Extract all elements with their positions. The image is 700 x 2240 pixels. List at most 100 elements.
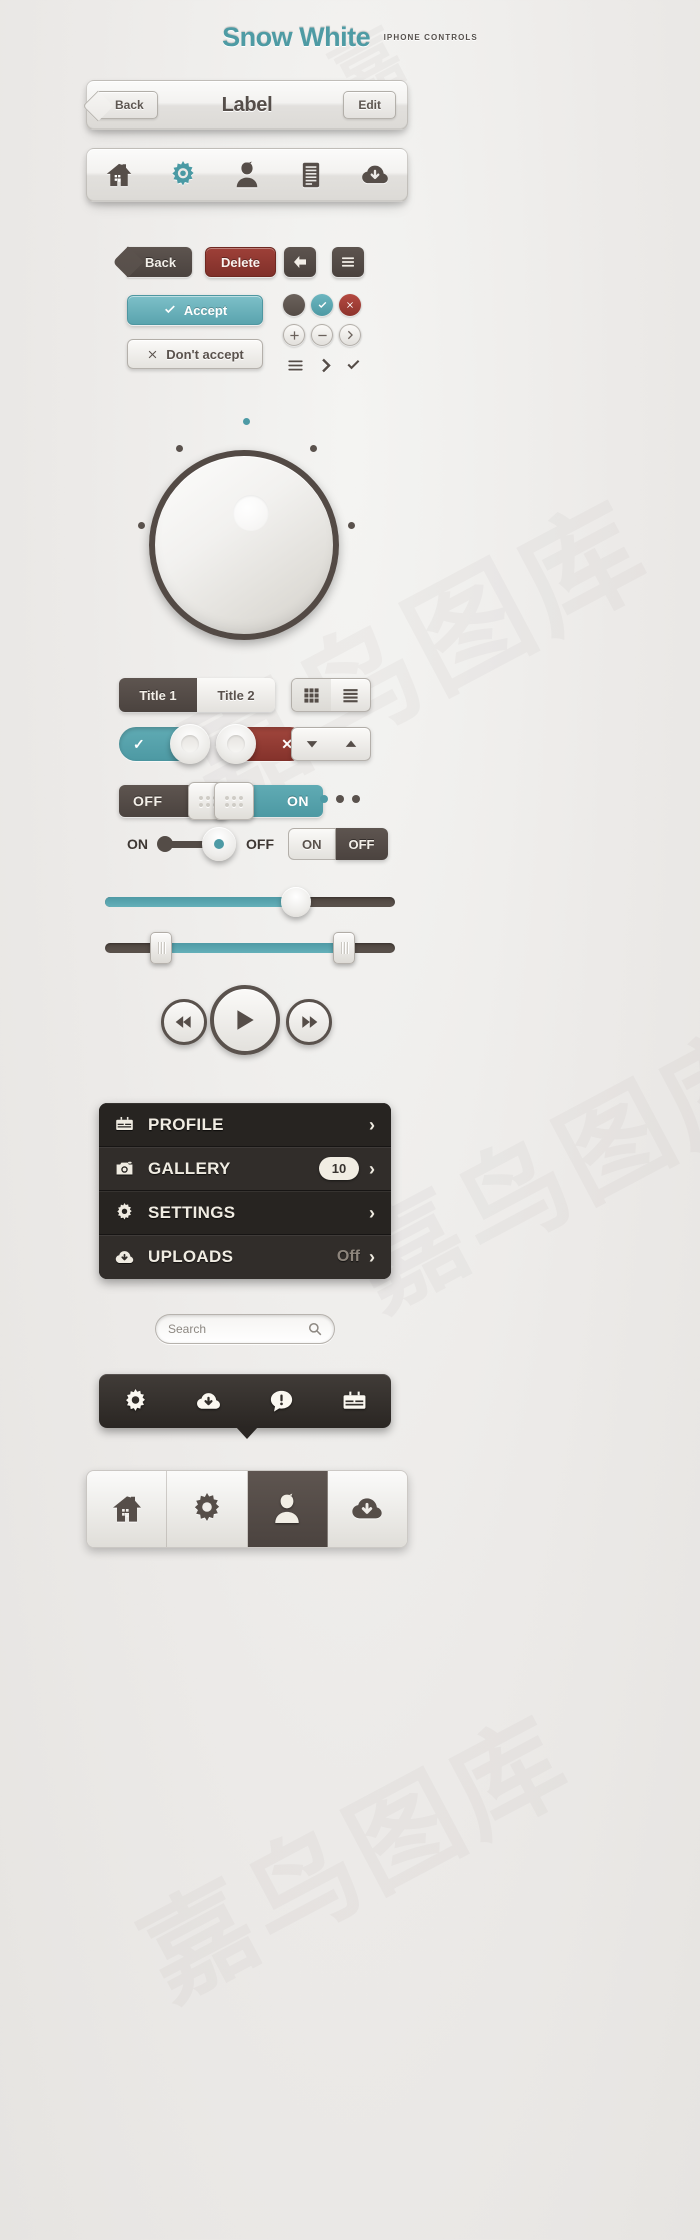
grip-dots-icon — [225, 795, 243, 807]
view-toggle-list[interactable] — [331, 679, 370, 711]
tab-profile[interactable] — [230, 160, 264, 190]
chevron-right-icon: › — [369, 1158, 375, 1179]
single-slider[interactable] — [105, 887, 395, 917]
segmented-control[interactable]: Title 1 Title 2 — [119, 678, 275, 712]
fast-forward-icon — [302, 1016, 318, 1028]
bottom-tab-profile[interactable] — [247, 1471, 328, 1547]
check-icon: ✓ — [133, 735, 145, 752]
nav-edit-button[interactable]: Edit — [343, 91, 396, 119]
popover-settings-button[interactable] — [123, 1388, 148, 1414]
bottom-tab-settings[interactable] — [167, 1471, 248, 1547]
menu-button[interactable] — [332, 247, 364, 277]
menu-item-label: GALLERY — [148, 1158, 231, 1178]
menu-item-label: UPLOADS — [148, 1247, 234, 1266]
range-slider[interactable] — [105, 932, 395, 964]
search-field[interactable]: Search — [155, 1314, 335, 1344]
play-button[interactable] — [210, 985, 280, 1055]
popover-download-button[interactable] — [196, 1389, 221, 1414]
stepper-control[interactable] — [291, 727, 371, 761]
slide-switch-on[interactable]: ON — [214, 782, 323, 820]
stepper-down-button[interactable] — [292, 728, 331, 760]
pill-slider-thumb[interactable] — [202, 827, 236, 861]
toggle-knob[interactable] — [170, 724, 210, 764]
slider-thumb[interactable] — [281, 887, 311, 917]
search-input[interactable]: Search — [168, 1322, 308, 1336]
on-button[interactable]: ON — [288, 828, 336, 860]
segment-title-1[interactable]: Title 1 — [119, 678, 197, 712]
menu-item-label: SETTINGS — [148, 1202, 236, 1222]
slide-switch-on-label: ON — [287, 793, 309, 809]
top-tab-bar — [86, 148, 408, 202]
document-icon — [302, 162, 320, 188]
chevron-right-icon: › — [369, 1114, 375, 1135]
view-toggle[interactable] — [291, 678, 371, 712]
circle-button-plus[interactable] — [283, 324, 305, 346]
page-dots[interactable] — [320, 795, 360, 803]
popover-wallet-button[interactable] — [342, 1389, 367, 1414]
slide-switch-grip[interactable] — [214, 782, 254, 820]
wallet-icon — [116, 1116, 133, 1131]
knob-tick — [176, 445, 183, 452]
page-dot[interactable] — [336, 795, 344, 803]
onoff-button-group[interactable]: ON OFF — [288, 828, 388, 860]
knob-tick-active — [243, 418, 250, 425]
segment-title-2[interactable]: Title 2 — [197, 678, 275, 712]
bottom-tab-home[interactable] — [87, 1471, 168, 1547]
menu-item-profile[interactable]: PROFILE › — [99, 1103, 391, 1147]
pill-slider-track[interactable] — [157, 827, 236, 861]
tab-documents[interactable] — [294, 160, 328, 190]
check-icon — [318, 301, 326, 308]
chevron-right-icon: › — [369, 1202, 375, 1223]
home-icon — [112, 1496, 141, 1522]
cloud-download-icon — [352, 1498, 383, 1519]
thumb-dot-icon — [214, 839, 224, 849]
arrow-left-button[interactable] — [284, 247, 316, 277]
chevron-right-icon-button[interactable] — [315, 355, 335, 375]
slide-switch-off[interactable]: OFF — [119, 782, 228, 820]
bottom-tab-uploads[interactable] — [327, 1471, 407, 1547]
onoff-pill-slider[interactable]: ON OFF — [127, 827, 274, 861]
pill-slider-off-label: OFF — [246, 836, 274, 852]
back-button-dark[interactable]: Back — [127, 247, 193, 277]
page-dot[interactable] — [352, 795, 360, 803]
popover-alert-button[interactable] — [269, 1389, 294, 1414]
nav-back-button[interactable]: Back — [98, 91, 158, 119]
slide-switch-off-label: OFF — [133, 793, 163, 809]
grid-icon — [304, 687, 319, 703]
off-button[interactable]: OFF — [335, 828, 388, 860]
circle-button-neutral[interactable] — [283, 294, 305, 316]
accept-button[interactable]: Accept — [127, 295, 263, 325]
next-button[interactable] — [286, 999, 332, 1045]
menu-item-gallery[interactable]: GALLERY 10 › — [99, 1147, 391, 1191]
bottom-tab-bar — [86, 1470, 408, 1548]
magnifier-icon[interactable] — [308, 1322, 322, 1336]
circle-button-minus[interactable] — [311, 324, 333, 346]
delete-button[interactable]: Delete — [205, 247, 277, 277]
toggle-switch-on[interactable]: ✓ — [119, 724, 210, 764]
gear-icon — [117, 1203, 132, 1220]
page-dot-active[interactable] — [320, 795, 328, 803]
toggle-knob[interactable] — [216, 724, 256, 764]
rotary-knob[interactable] — [138, 418, 360, 640]
menu-item-settings[interactable]: SETTINGS › — [99, 1191, 391, 1235]
knob-dial[interactable] — [149, 450, 339, 640]
tab-settings[interactable] — [166, 160, 200, 190]
tab-home[interactable] — [102, 160, 136, 190]
circle-button-check[interactable] — [311, 294, 333, 316]
minus-icon — [317, 334, 327, 336]
check-icon-button[interactable] — [343, 355, 363, 375]
circle-button-close[interactable] — [339, 294, 361, 316]
range-slider-thumb-low[interactable] — [150, 932, 172, 964]
decline-button[interactable]: Don't accept — [127, 339, 263, 369]
tab-uploads[interactable] — [358, 160, 392, 190]
page-header: Snow White IPHONE CONTROLS — [0, 22, 700, 53]
range-slider-thumb-high[interactable] — [333, 932, 355, 964]
list-icon-button[interactable] — [285, 355, 305, 375]
previous-button[interactable] — [161, 999, 207, 1045]
cloud-download-icon — [197, 1392, 220, 1409]
view-toggle-grid[interactable] — [292, 679, 331, 711]
hamburger-icon — [342, 257, 354, 267]
circle-button-next[interactable] — [339, 324, 361, 346]
menu-item-uploads[interactable]: UPLOADS Off › — [99, 1235, 391, 1279]
stepper-up-button[interactable] — [331, 728, 370, 760]
